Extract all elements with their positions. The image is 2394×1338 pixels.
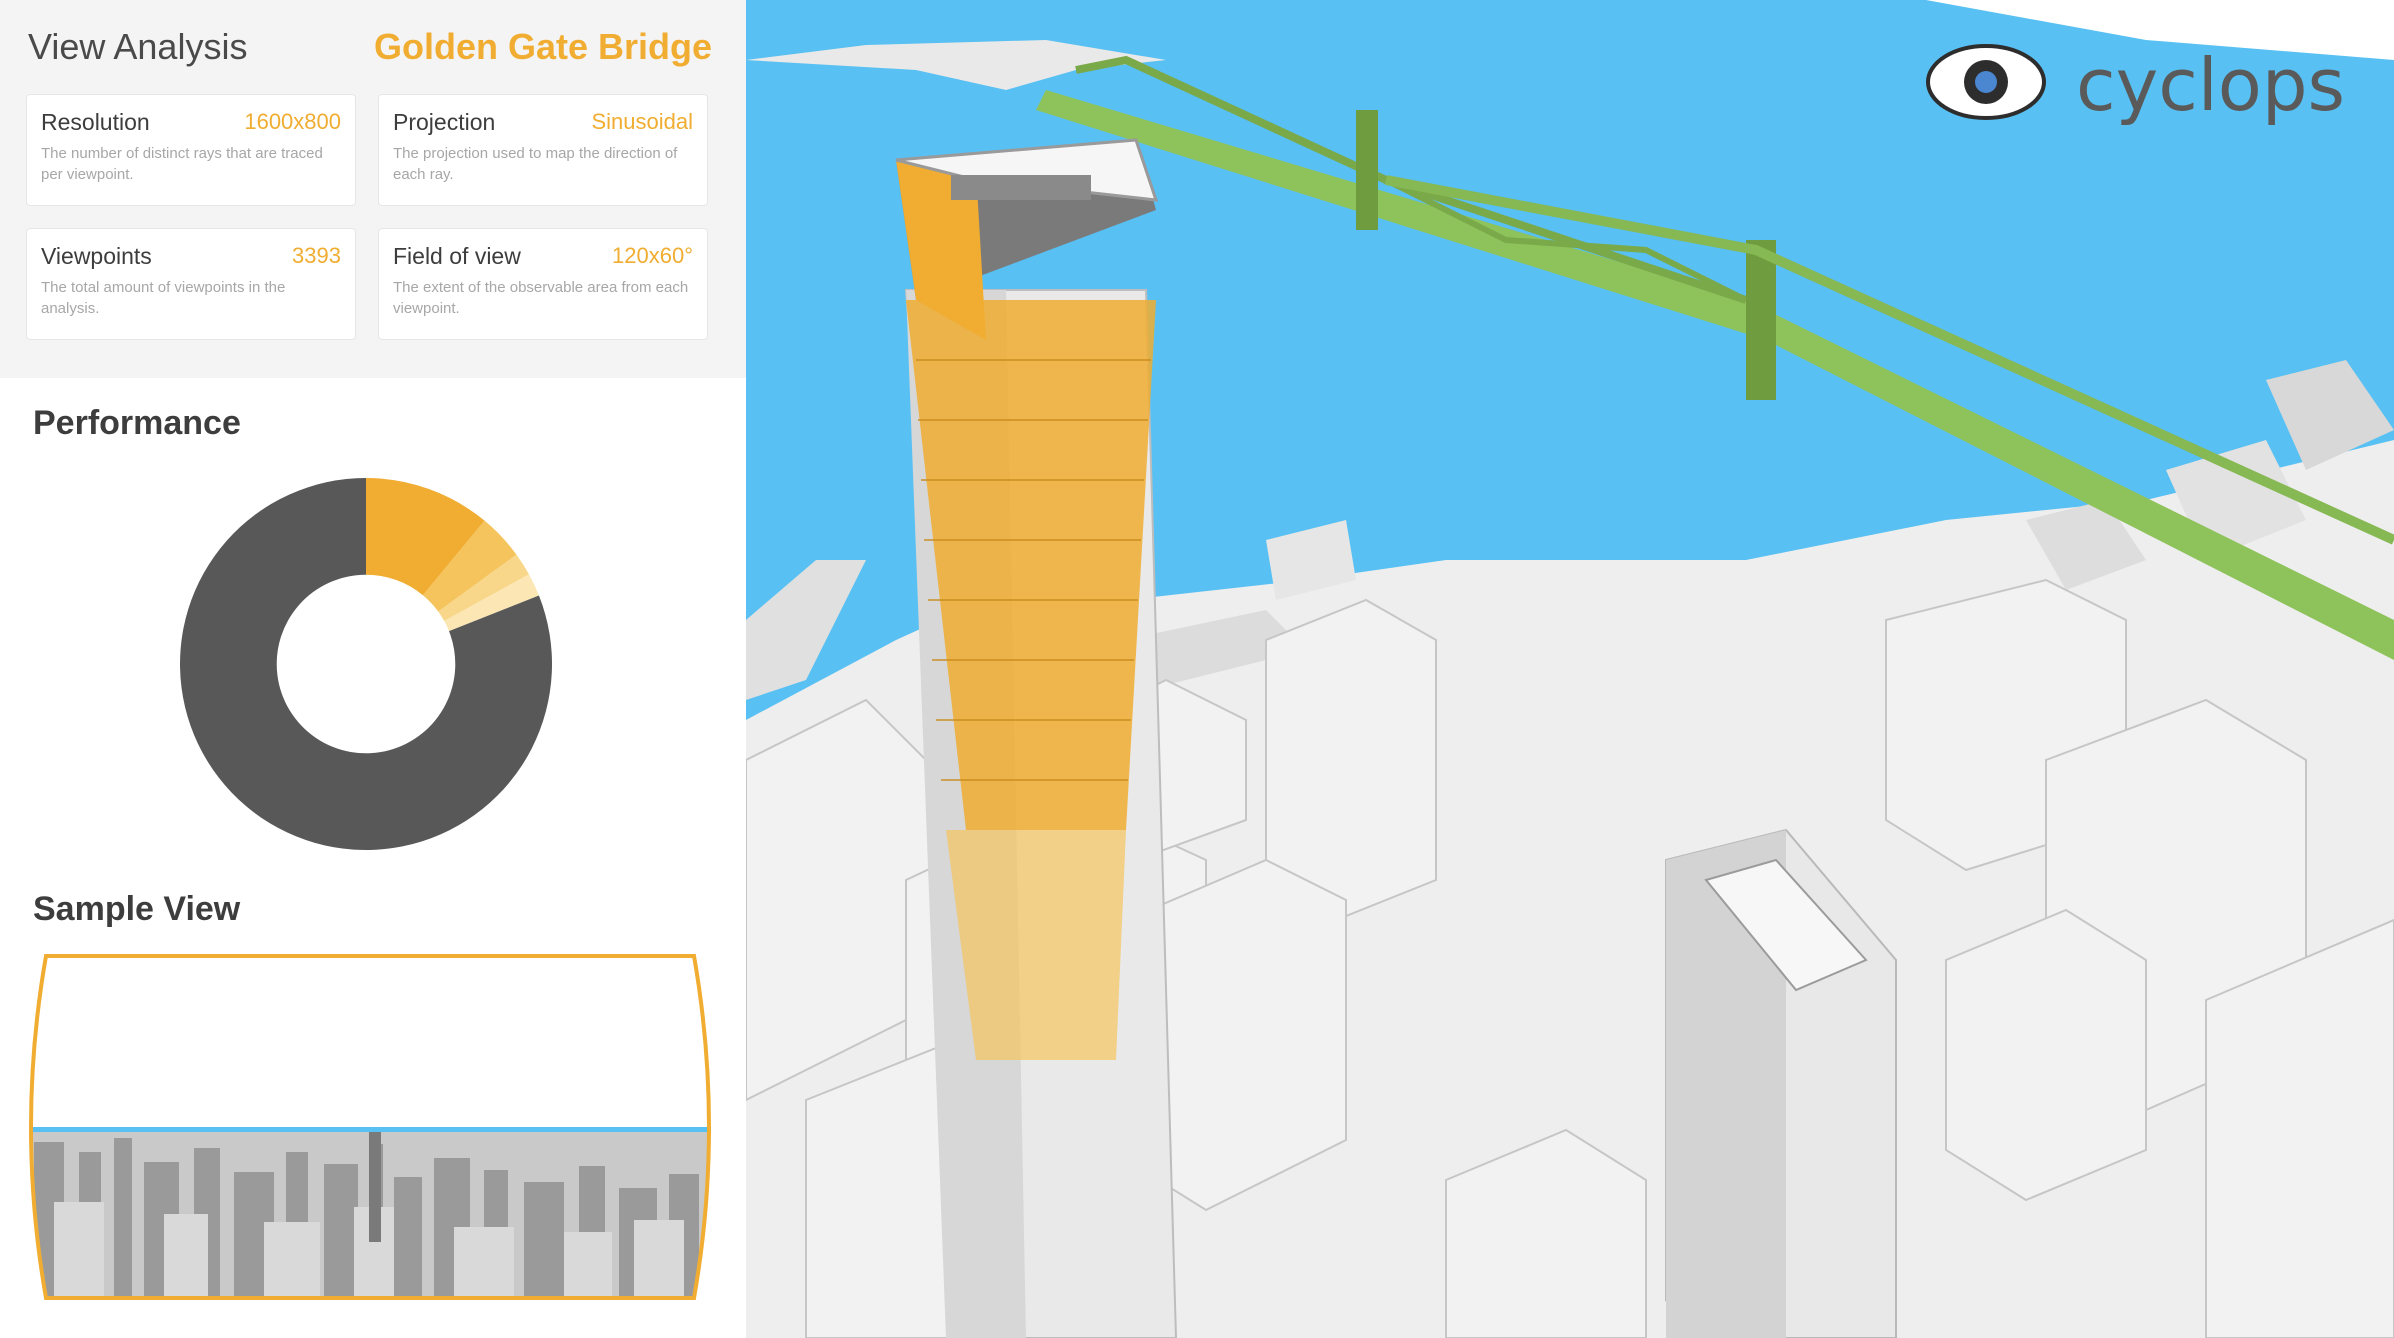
view-analysis-summary: View Analysis Golden Gate Bridge Resolut… [0, 0, 746, 378]
projection-card: Projection Sinusoidal The projection use… [378, 94, 708, 206]
city-3d-viewport[interactable]: cyclops [746, 0, 2394, 1338]
card-label: Viewpoints [41, 243, 152, 269]
sample-view-title: Sample View [33, 890, 241, 928]
panel-title: View Analysis [28, 26, 248, 67]
card-value: 3393 [292, 243, 341, 268]
analysis-panel: View Analysis Golden Gate Bridge Resolut… [0, 0, 746, 1338]
viewpoints-card: Viewpoints 3393 The total amount of view… [26, 228, 356, 340]
card-label: Field of view [393, 243, 521, 269]
target-name: Golden Gate Bridge [373, 26, 712, 67]
card-value: 120x60° [612, 243, 693, 268]
card-description: The number of distinct rays that are tra… [41, 145, 323, 183]
card-description: The projection used to map the direction… [393, 145, 678, 183]
logo: cyclops [1926, 43, 2345, 127]
card-description: The extent of the observable area from e… [393, 279, 689, 317]
card-label: Resolution [41, 109, 150, 135]
sample-view-image [29, 954, 711, 1300]
card-value: Sinusoidal [591, 109, 693, 134]
performance-title: Performance [33, 404, 241, 442]
resolution-card: Resolution 1600x800 The number of distin… [26, 94, 356, 206]
card-description: The total amount of viewpoints in the an… [41, 279, 286, 317]
card-value: 1600x800 [244, 109, 341, 134]
field-of-view-card: Field of view 120x60° The extent of the … [378, 228, 708, 340]
performance-donut-chart [180, 478, 552, 850]
card-label: Projection [393, 109, 496, 135]
logo-text: cyclops [2076, 43, 2345, 127]
